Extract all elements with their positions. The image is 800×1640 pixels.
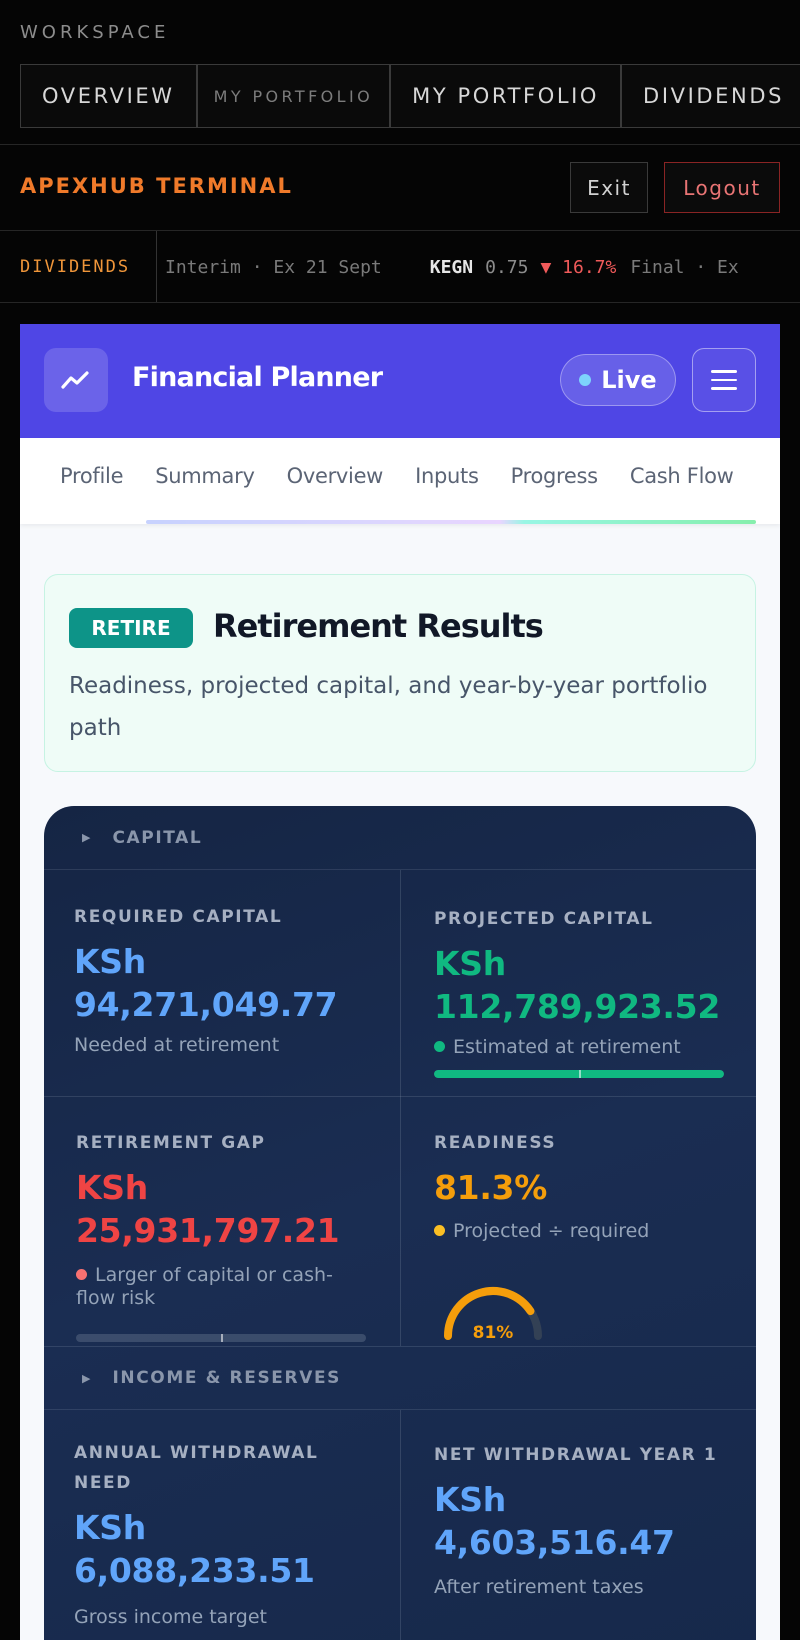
- results-intro-card: RETIRE Retirement Results Readiness, pro…: [44, 574, 756, 772]
- tab-overview[interactable]: Overview: [287, 464, 384, 488]
- ticker-label: DIVIDENDS: [0, 231, 157, 302]
- status-dot-icon: [434, 1041, 445, 1052]
- section-tabs: Profile Summary Overview Inputs Progress…: [20, 438, 780, 524]
- projected-capital-value: 112,789,923.52: [434, 987, 720, 1026]
- page-subtitle: Readiness, projected capital, and year-b…: [69, 673, 708, 741]
- tab-scroll-indicator: [146, 520, 756, 524]
- live-dot-icon: [579, 374, 592, 386]
- hamburger-icon: [711, 370, 737, 373]
- app-header: Financial Planner Live: [20, 324, 780, 438]
- tab-progress[interactable]: Progress: [511, 464, 599, 488]
- tab-inputs[interactable]: Inputs: [415, 464, 479, 488]
- brand-title: APEXHUB TERMINAL: [20, 174, 293, 198]
- retirement-gap-value: 25,931,797.21: [76, 1211, 340, 1250]
- workspace-label: WORKSPACE: [20, 22, 170, 43]
- readiness-note: Projected ÷ required: [434, 1220, 649, 1243]
- ticker-tail-note: Final · Ex: [630, 256, 739, 278]
- workspace-tabs: OVERVIEW MY PORTFOLIO MY PORTFOLIO DIVID…: [20, 64, 800, 128]
- ticker-price: 0.75: [485, 256, 529, 278]
- annual-withdrawal-note: Gross income target: [74, 1606, 267, 1628]
- annual-withdrawal-label: ANNUAL WITHDRAWAL NEED: [74, 1443, 319, 1493]
- caret-right-icon: ▶: [82, 1372, 91, 1385]
- projected-capital-note: Estimated at retirement: [434, 1036, 681, 1059]
- ticker-symbol[interactable]: KEGN: [430, 257, 473, 278]
- projected-capital-currency: KSh: [434, 944, 506, 983]
- net-withdrawal-value: 4,603,516.47: [434, 1523, 675, 1562]
- ws-tab-my-portfolio[interactable]: MY PORTFOLIO: [390, 64, 622, 128]
- ticker-change: ▼ 16.7%: [540, 256, 617, 278]
- readiness-label: READINESS: [434, 1133, 557, 1153]
- income-section-header[interactable]: ▶ INCOME & RESERVES: [44, 1346, 756, 1410]
- app-title: Financial Planner: [132, 362, 383, 393]
- results-panel: ▶ CAPITAL REQUIRED CAPITAL KSh 94,271,04…: [44, 806, 756, 1640]
- status-dot-icon: [434, 1225, 445, 1236]
- live-label: Live: [601, 366, 657, 394]
- net-withdrawal-note: After retirement taxes: [434, 1576, 644, 1598]
- retirement-gap-label: RETIREMENT GAP: [76, 1133, 266, 1153]
- menu-button[interactable]: [692, 348, 756, 412]
- capital-section-header[interactable]: ▶ CAPITAL: [44, 806, 756, 870]
- live-status-badge[interactable]: Live: [560, 354, 676, 406]
- retirement-gap-currency: KSh: [76, 1168, 148, 1207]
- app-logo: [44, 348, 108, 412]
- annual-withdrawal-value: 6,088,233.51: [74, 1551, 315, 1590]
- financial-planner-app: Financial Planner Live Profile Summary O…: [20, 324, 780, 1640]
- workspace-nav: WORKSPACE OVERVIEW MY PORTFOLIO MY PORTF…: [0, 0, 800, 145]
- net-withdrawal-label: NET WITHDRAWAL YEAR 1: [434, 1445, 718, 1465]
- tab-cash-flow[interactable]: Cash Flow: [630, 464, 734, 488]
- retire-badge: RETIRE: [69, 608, 193, 648]
- readiness-gauge: 81%: [444, 1287, 542, 1343]
- required-capital-value: 94,271,049.77: [74, 985, 338, 1024]
- trend-up-icon: [61, 371, 89, 389]
- caret-right-icon: ▶: [82, 832, 91, 844]
- capital-section-label: CAPITAL: [112, 827, 203, 848]
- ticker-track: Interim · Ex 21 Sept KEGN 0.75 ▼ 16.7% F…: [165, 231, 739, 302]
- readiness-gauge-label: 81%: [473, 1323, 514, 1343]
- page-title: Retirement Results: [213, 607, 544, 645]
- dividend-ticker: DIVIDENDS Interim · Ex 21 Sept KEGN 0.75…: [0, 231, 800, 303]
- projected-capital-bar: [434, 1070, 724, 1078]
- logout-button[interactable]: Logout: [664, 162, 780, 213]
- required-capital-label: REQUIRED CAPITAL: [74, 907, 283, 927]
- readiness-value: 81.3%: [434, 1168, 547, 1207]
- ws-tab-dividends[interactable]: DIVIDENDS: [621, 64, 800, 128]
- ticker-lead-note: Interim · Ex 21 Sept: [165, 256, 382, 278]
- annual-withdrawal-currency: KSh: [74, 1508, 146, 1547]
- exit-button[interactable]: Exit: [570, 162, 648, 213]
- status-dot-icon: [76, 1269, 87, 1280]
- projected-capital-label: PROJECTED CAPITAL: [434, 909, 654, 929]
- income-section-label: INCOME & RESERVES: [112, 1368, 342, 1388]
- tab-summary[interactable]: Summary: [155, 464, 255, 488]
- tab-profile[interactable]: Profile: [60, 464, 124, 488]
- required-capital-note: Needed at retirement: [74, 1034, 280, 1056]
- brand-bar: APEXHUB TERMINAL Exit Logout: [0, 145, 800, 231]
- ws-tab-my-portfolio-text[interactable]: MY PORTFOLIO: [196, 64, 391, 128]
- retirement-gap-bar: [76, 1334, 366, 1342]
- retirement-gap-note: Larger of capital or cash-flow risk: [76, 1264, 333, 1309]
- ws-tab-overview[interactable]: OVERVIEW: [20, 64, 197, 128]
- net-withdrawal-currency: KSh: [434, 1480, 506, 1519]
- required-capital-currency: KSh: [74, 942, 146, 981]
